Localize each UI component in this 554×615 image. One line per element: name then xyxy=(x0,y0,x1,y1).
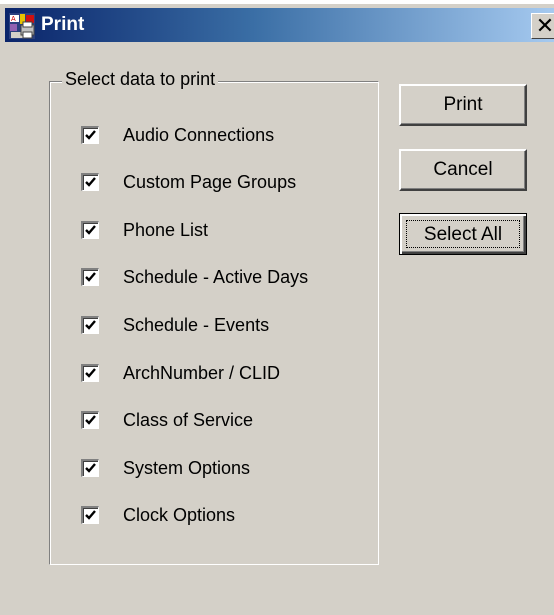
checkbox-row[interactable]: Schedule - Events xyxy=(81,312,371,338)
checkmark-icon xyxy=(85,415,96,425)
checkbox[interactable] xyxy=(81,221,99,239)
groupbox-legend: Select data to print xyxy=(62,68,219,90)
checkmark-icon xyxy=(85,463,96,473)
checkbox-row[interactable]: Phone List xyxy=(81,217,371,243)
checkbox-row[interactable]: Audio Connections xyxy=(81,122,371,148)
checkbox-label: System Options xyxy=(123,458,251,478)
checkbox[interactable] xyxy=(81,364,99,382)
checkmark-icon xyxy=(85,130,96,140)
checkbox[interactable] xyxy=(81,268,99,286)
checkbox[interactable] xyxy=(81,126,99,144)
checkbox[interactable] xyxy=(81,173,99,191)
checkbox-row[interactable]: Custom Page Groups xyxy=(81,169,371,195)
checkbox-row[interactable]: ArchNumber / CLID xyxy=(81,360,371,386)
checkbox-label: Phone List xyxy=(123,220,209,240)
checkbox-row[interactable]: Class of Service xyxy=(81,407,371,433)
select-all-label: Select All xyxy=(406,220,520,248)
checkbox-label: ArchNumber / CLID xyxy=(123,363,281,383)
checkmark-icon xyxy=(85,368,96,378)
checkbox-label: Audio Connections xyxy=(123,125,275,145)
checkbox-row[interactable]: Clock Options xyxy=(81,502,371,528)
close-button[interactable]: ✕ xyxy=(531,13,554,39)
print-button[interactable]: Print xyxy=(399,84,527,126)
window-title: Print xyxy=(41,14,85,35)
svg-text:A: A xyxy=(11,16,16,23)
checkmark-icon xyxy=(85,510,96,520)
select-all-button[interactable]: Select All xyxy=(399,213,527,255)
close-icon: ✕ xyxy=(535,13,554,38)
print-dialog: A Print ✕ Select data to print Audio Con… xyxy=(0,4,554,615)
checkbox[interactable] xyxy=(81,316,99,334)
checkbox[interactable] xyxy=(81,411,99,429)
checkmark-icon xyxy=(85,272,96,282)
checkbox-label: Custom Page Groups xyxy=(123,172,297,192)
checkmark-icon xyxy=(85,177,96,187)
checkbox-label: Class of Service xyxy=(123,410,254,430)
checkbox-label: Schedule - Events xyxy=(123,315,270,335)
cancel-button[interactable]: Cancel xyxy=(399,149,527,191)
checkbox-row[interactable]: System Options xyxy=(81,455,371,481)
title-bar[interactable]: A Print ✕ xyxy=(5,8,554,42)
checkmark-icon xyxy=(85,320,96,330)
checkbox[interactable] xyxy=(81,506,99,524)
checkbox-row[interactable]: Schedule - Active Days xyxy=(81,264,371,290)
checkbox[interactable] xyxy=(81,459,99,477)
app-printer-icon: A xyxy=(9,13,35,39)
checkbox-label: Clock Options xyxy=(123,505,236,525)
checkbox-label: Schedule - Active Days xyxy=(123,267,309,287)
checkmark-icon xyxy=(85,225,96,235)
